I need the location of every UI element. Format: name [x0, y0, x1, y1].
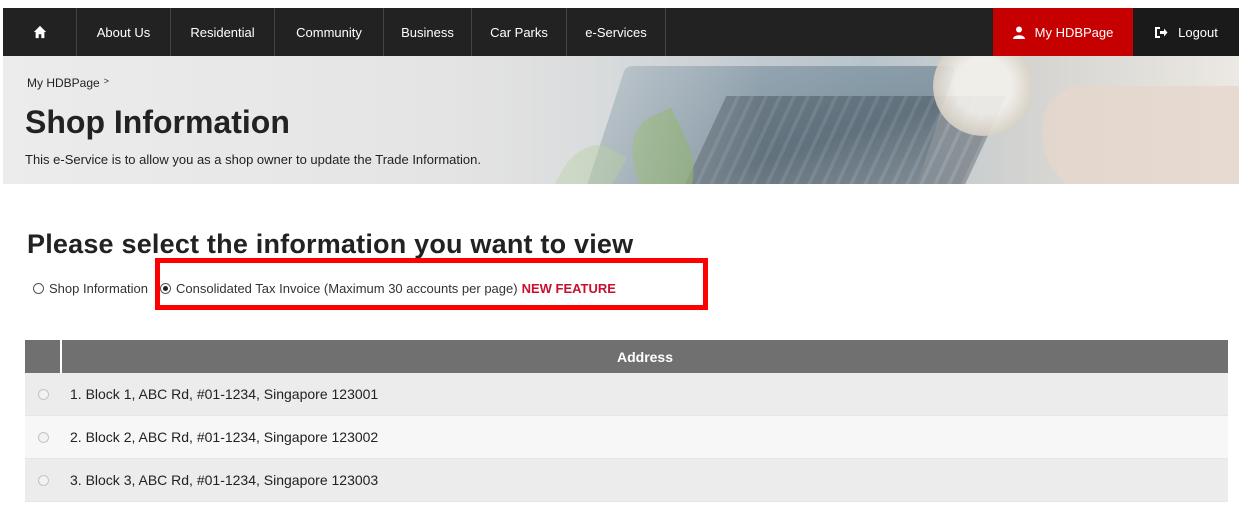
new-feature-badge: NEW FEATURE: [521, 280, 616, 296]
view-options: Shop Information Consolidated Tax Invoic…: [33, 278, 616, 298]
nav-about-us[interactable]: About Us: [77, 8, 171, 56]
address-column-header: Address: [616, 348, 674, 365]
home-button[interactable]: [3, 8, 77, 56]
chevron-right-icon: >: [103, 76, 109, 86]
logout-label: Logout: [1178, 24, 1218, 40]
option-shop-information[interactable]: Shop Information: [33, 281, 148, 296]
hero-hand-image: [1043, 86, 1239, 184]
address-cell: 3. Block 3, ABC Rd, #01-1234, Singapore …: [70, 472, 379, 488]
page-description: This e-Service is to allow you as a shop…: [25, 152, 481, 167]
address-table: Address 1. Block 1, ABC Rd, #01-1234, Si…: [25, 340, 1228, 502]
nav-residential[interactable]: Residential: [171, 8, 275, 56]
select-column-header: [25, 340, 62, 373]
nav-community[interactable]: Community: [275, 8, 384, 56]
breadcrumb-link-my-hdbpage[interactable]: My HDBPage: [27, 76, 100, 90]
row-radio[interactable]: [38, 474, 49, 486]
my-hdbpage-button[interactable]: My HDBPage: [993, 8, 1133, 56]
my-hdbpage-label: My HDBPage: [1034, 24, 1114, 40]
nav-business[interactable]: Business: [384, 8, 472, 56]
row-select-cell: [25, 373, 62, 415]
top-nav: About Us Residential Community Business …: [3, 8, 1239, 56]
logout-icon: [1154, 26, 1168, 39]
nav-car-parks[interactable]: Car Parks: [472, 8, 567, 56]
nav-e-services[interactable]: e-Services: [567, 8, 666, 56]
breadcrumb: My HDBPage >: [27, 76, 109, 90]
home-icon: [33, 25, 47, 39]
option-consolidated-tax-invoice[interactable]: Consolidated Tax Invoice (Maximum 30 acc…: [160, 281, 616, 296]
table-row[interactable]: 2. Block 2, ABC Rd, #01-1234, Singapore …: [25, 416, 1228, 459]
option-shop-information-label: Shop Information: [49, 280, 149, 296]
row-select-cell: [25, 416, 62, 458]
table-row[interactable]: 1. Block 1, ABC Rd, #01-1234, Singapore …: [25, 373, 1228, 416]
section-heading: Please select the information you want t…: [27, 229, 634, 259]
row-radio[interactable]: [38, 431, 49, 443]
row-select-cell: [25, 459, 62, 501]
logout-button[interactable]: Logout: [1133, 8, 1239, 56]
address-cell: 1. Block 1, ABC Rd, #01-1234, Singapore …: [70, 386, 379, 402]
row-radio[interactable]: [38, 388, 49, 400]
nav-right-group: My HDBPage Logout: [993, 8, 1239, 56]
radio-consolidated-tax-invoice[interactable]: [160, 282, 172, 294]
address-cell: 2. Block 2, ABC Rd, #01-1234, Singapore …: [70, 429, 379, 445]
page-title: Shop Information: [25, 104, 290, 140]
option-consolidated-tax-invoice-label: Consolidated Tax Invoice (Maximum 30 acc…: [176, 280, 518, 296]
table-header: Address: [25, 340, 1228, 373]
table-row[interactable]: 3. Block 3, ABC Rd, #01-1234, Singapore …: [25, 459, 1228, 502]
radio-shop-information[interactable]: [33, 282, 44, 294]
user-icon: [1012, 26, 1025, 39]
